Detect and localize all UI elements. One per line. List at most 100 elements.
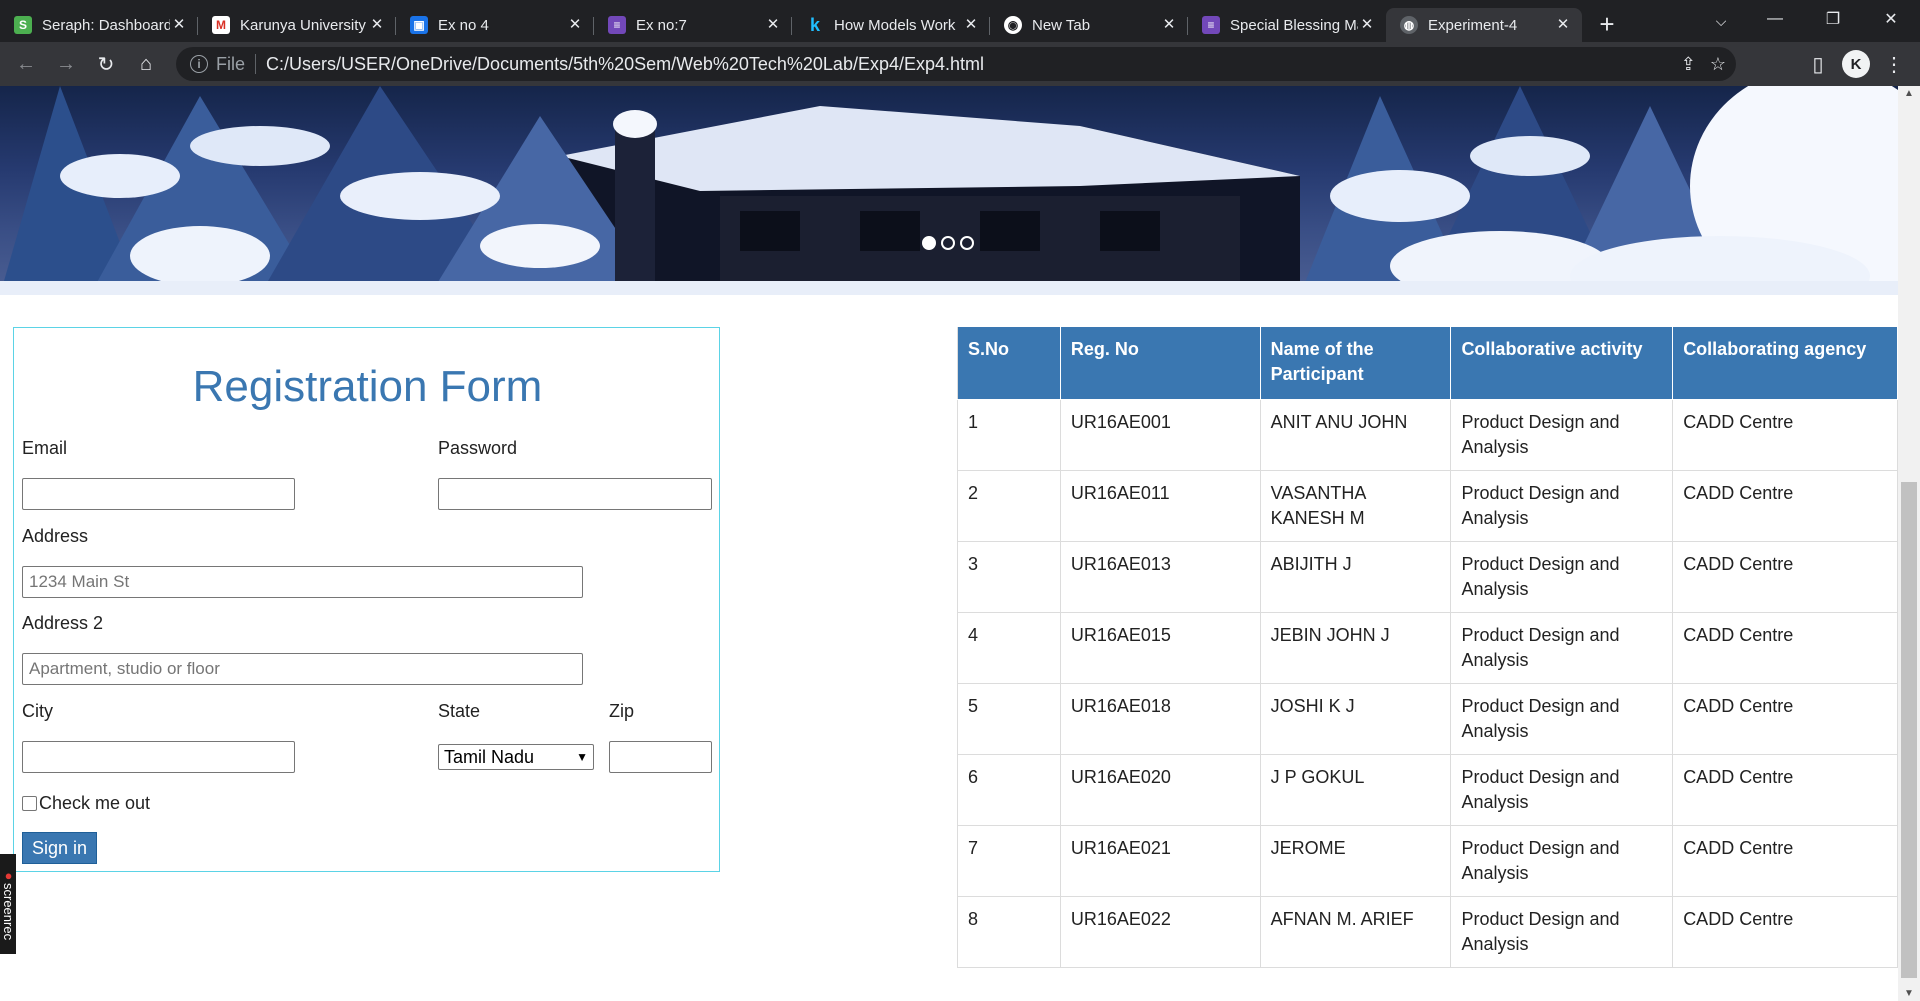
sign-in-button[interactable]: Sign in: [22, 832, 98, 864]
email-label: Email: [22, 438, 68, 458]
password-field[interactable]: [438, 478, 712, 510]
cell-reg-no: UR16AE018: [1059, 682, 1261, 755]
cell-activity: Product Design and Analysis: [1450, 824, 1674, 897]
cell-reg-no: UR16AE011: [1059, 469, 1261, 542]
seraph-icon: S: [14, 16, 32, 34]
cell-name: VASANTHA KANESH M: [1259, 469, 1452, 542]
city-label: City: [22, 701, 53, 721]
scroll-up-icon[interactable]: ▲: [1904, 88, 1914, 99]
home-icon[interactable]: ⌂: [126, 44, 166, 84]
close-icon[interactable]: ✕: [170, 16, 188, 34]
tab-special-blessing[interactable]: ≡ Special Blessing Mass ✕: [1188, 8, 1386, 42]
check-me-out[interactable]: Check me out: [22, 793, 150, 814]
zip-field[interactable]: [609, 741, 712, 773]
tab-ex-no-7[interactable]: ≡ Ex no:7 ✕: [594, 8, 792, 42]
cell-sno: 4: [957, 611, 1061, 684]
tab-seraph[interactable]: S Seraph: Dashboard ✕: [0, 8, 198, 42]
tab-new-tab[interactable]: ◉ New Tab ✕: [990, 8, 1188, 42]
header-collaborative-activity: Collaborative activity: [1450, 327, 1674, 400]
table-row: 7 UR16AE021 JEROME Product Design and An…: [957, 824, 1898, 897]
cell-name: ANIT ANU JOHN: [1259, 398, 1452, 471]
state-selected-value: Tamil Nadu: [444, 746, 535, 767]
close-icon[interactable]: ✕: [962, 16, 980, 34]
address2-label: Address 2: [22, 613, 104, 633]
cell-sno: 2: [957, 469, 1061, 542]
cell-agency: CADD Centre: [1672, 824, 1898, 897]
zip-label: Zip: [609, 701, 635, 721]
header-sno: S.No: [957, 327, 1061, 400]
classroom-icon: ▣: [410, 16, 428, 34]
page-scrollbar[interactable]: ▲ ▼: [1898, 86, 1920, 1001]
close-icon[interactable]: ✕: [368, 16, 386, 34]
city-field[interactable]: [22, 741, 295, 773]
image-carousel: [0, 86, 1898, 295]
checkbox-label: Check me out: [39, 793, 151, 813]
state-select[interactable]: Tamil Nadu ▼: [438, 744, 594, 770]
cell-agency: CADD Centre: [1672, 398, 1898, 471]
address-label: Address: [22, 526, 89, 546]
snow-cabin-image: [0, 86, 1898, 295]
participants-table: S.No Reg. No Name of the Participant Col…: [957, 327, 1898, 968]
carousel-dot-3[interactable]: [960, 236, 974, 250]
cell-sno: 6: [957, 753, 1061, 826]
restore-icon[interactable]: ❐: [1804, 0, 1862, 38]
forward-icon[interactable]: →: [46, 44, 86, 84]
header-collaborating-agency: Collaborating agency: [1672, 327, 1898, 400]
scroll-down-icon[interactable]: ▼: [1904, 988, 1914, 999]
info-icon[interactable]: i: [190, 55, 208, 73]
table-row: 5 UR16AE018 JOSHI K J Product Design and…: [957, 682, 1898, 755]
window-controls: — ❐ ✕: [1746, 0, 1920, 42]
chevron-down-icon[interactable]: ⌵: [1706, 6, 1736, 36]
tab-how-models-work[interactable]: k How Models Work ✕: [792, 8, 990, 42]
side-panel-icon[interactable]: ▯: [1800, 44, 1836, 84]
page-viewport: Registration Form Email Password Address…: [0, 86, 1920, 1001]
carousel-dot-1[interactable]: [922, 236, 936, 250]
state-label: State: [438, 701, 481, 721]
cell-activity: Product Design and Analysis: [1450, 611, 1674, 684]
tab-title: Ex no 4: [438, 16, 489, 34]
window-close-icon[interactable]: ✕: [1862, 0, 1920, 38]
tab-ex-no-4[interactable]: ▣ Ex no 4 ✕: [396, 8, 594, 42]
tab-karunya[interactable]: M Karunya University ✕: [198, 8, 396, 42]
url-scheme: File: [216, 53, 246, 74]
carousel-dot-2[interactable]: [941, 236, 955, 250]
screenrec-label: screenrec: [1, 882, 16, 941]
close-icon[interactable]: ✕: [764, 16, 782, 34]
cell-sno: 7: [957, 824, 1061, 897]
record-icon: ●: [1, 867, 16, 883]
scrollbar-thumb[interactable]: [1901, 482, 1917, 978]
address-bar[interactable]: i File C:/Users/USER/OneDrive/Documents/…: [176, 47, 1736, 81]
cell-activity: Product Design and Analysis: [1450, 469, 1674, 542]
tab-experiment-4[interactable]: ◍ Experiment-4 ✕: [1386, 8, 1582, 42]
reload-icon[interactable]: ↻: [86, 44, 126, 84]
cell-sno: 8: [957, 895, 1061, 968]
email-field[interactable]: [22, 478, 295, 510]
cell-activity: Product Design and Analysis: [1450, 682, 1674, 755]
close-icon[interactable]: ✕: [1554, 16, 1572, 34]
header-reg-no: Reg. No: [1059, 327, 1261, 400]
star-icon[interactable]: ☆: [1710, 54, 1726, 75]
tab-title: Karunya University: [240, 16, 366, 34]
cell-reg-no: UR16AE021: [1059, 824, 1261, 897]
omnibox-actions: ⇪ ☆: [1681, 47, 1726, 81]
chevron-down-icon: ▼: [576, 750, 588, 764]
minimize-icon[interactable]: —: [1746, 0, 1804, 38]
back-icon[interactable]: ←: [6, 44, 46, 84]
close-icon[interactable]: ✕: [1160, 16, 1178, 34]
menu-icon[interactable]: ⋮: [1876, 44, 1912, 84]
address2-field[interactable]: Apartment, studio or floor: [22, 653, 583, 685]
close-icon[interactable]: ✕: [1358, 16, 1376, 34]
address-field[interactable]: 1234 Main St: [22, 566, 583, 598]
screenrec-widget[interactable]: ●screenrec: [0, 854, 16, 954]
cell-reg-no: UR16AE022: [1059, 895, 1261, 968]
cell-agency: CADD Centre: [1672, 895, 1898, 968]
url-text[interactable]: C:/Users/USER/OneDrive/Documents/5th%20S…: [266, 54, 984, 75]
checkbox[interactable]: [22, 796, 37, 811]
cell-reg-no: UR16AE015: [1059, 611, 1261, 684]
table-row: 2 UR16AE011 VASANTHA KANESH M Product De…: [957, 469, 1898, 542]
profile-avatar[interactable]: K: [1842, 50, 1870, 78]
new-tab-button[interactable]: +: [1590, 8, 1624, 42]
cell-sno: 5: [957, 682, 1061, 755]
share-icon[interactable]: ⇪: [1681, 54, 1696, 75]
close-icon[interactable]: ✕: [566, 16, 584, 34]
